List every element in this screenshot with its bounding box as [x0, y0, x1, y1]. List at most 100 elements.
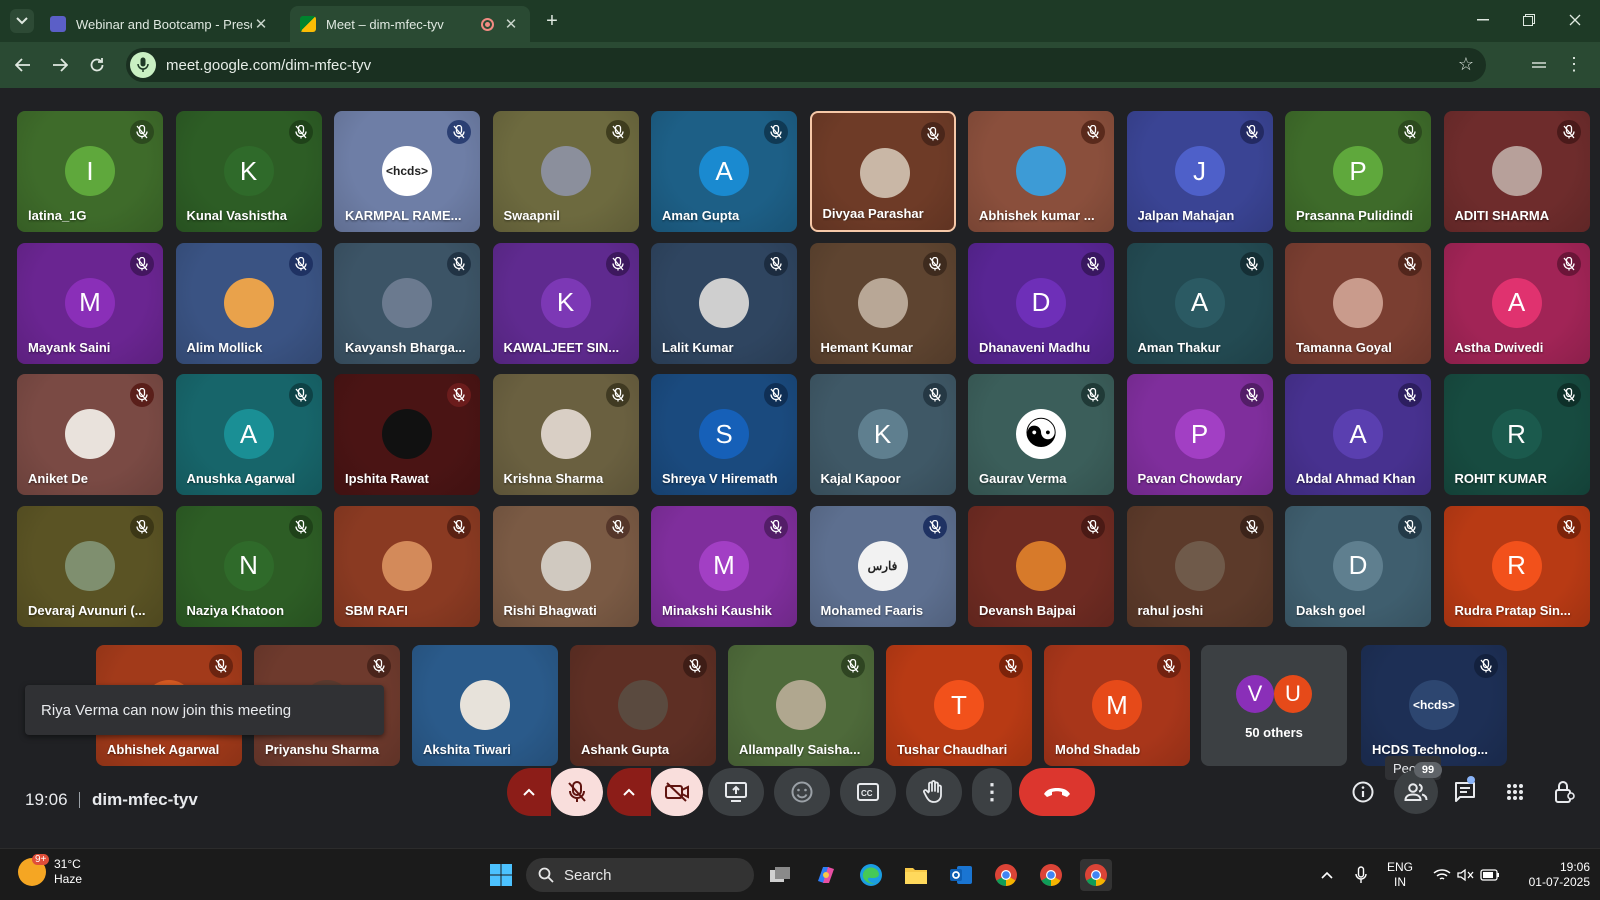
chrome-icon-3-active[interactable]	[1080, 859, 1112, 891]
participant-name: Pavan Chowdary	[1137, 471, 1243, 486]
restore-button[interactable]	[1514, 6, 1544, 34]
meeting-details-button[interactable]	[1345, 774, 1381, 810]
extensions-icon[interactable]	[1528, 60, 1550, 70]
mic-in-use-icon[interactable]	[130, 52, 156, 78]
activities-button[interactable]	[1497, 774, 1533, 810]
video-options-button[interactable]	[607, 768, 651, 816]
participant-tile[interactable]: P Pavan Chowdary	[1126, 374, 1273, 495]
participant-tile[interactable]: Krishna Sharma	[492, 374, 639, 495]
clock-date[interactable]: 19:06 01-07-2025	[1510, 860, 1590, 890]
new-tab-button[interactable]: +	[540, 9, 564, 33]
reload-button[interactable]	[84, 52, 110, 78]
participant-tile[interactable]: Lalit Kumar	[651, 242, 797, 364]
participant-tile[interactable]: Abhishek kumar ...	[968, 111, 1114, 232]
address-bar[interactable]: meet.google.com/dim-mfec-tyv ☆	[126, 48, 1486, 82]
participant-tile[interactable]: Rishi Bhagwati	[492, 505, 639, 627]
mic-muted-icon	[447, 251, 471, 276]
battery-icon[interactable]	[1474, 859, 1506, 891]
participant-tile[interactable]: Aniket De	[17, 374, 163, 495]
participant-tile[interactable]: M Minakshi Kaushik	[651, 505, 797, 627]
participant-avatar: ☯	[1016, 409, 1066, 459]
browser-tab-meet[interactable]: Meet – dim-mfec-tyv ✕	[290, 6, 530, 42]
participant-tile[interactable]: K KAWALJEET SIN...	[492, 242, 639, 364]
taskbar-search[interactable]: Search	[526, 858, 754, 892]
leave-call-button[interactable]	[1019, 768, 1095, 816]
info-icon	[1352, 781, 1374, 803]
participant-tile[interactable]: ☯ Gaurav Verma	[968, 374, 1114, 495]
toggle-microphone-button[interactable]	[551, 768, 603, 816]
participant-tile[interactable]: SBM RAFI	[334, 505, 480, 627]
copilot-icon[interactable]	[810, 859, 842, 891]
participant-tile[interactable]: A Aman Gupta	[651, 111, 797, 232]
participant-tile[interactable]: <hcds> HCDS Technolog...	[1361, 645, 1507, 766]
participant-tile[interactable]: Allampally Saisha...	[728, 645, 874, 766]
task-view-icon[interactable]	[764, 859, 796, 891]
participant-tile[interactable]: D Dhanaveni Madhu	[968, 242, 1114, 364]
participant-tile[interactable]: ADITI SHARMA	[1443, 111, 1590, 232]
participant-tile[interactable]: Ipshita Rawat	[334, 374, 480, 495]
participant-tile[interactable]: Hemant Kumar	[809, 242, 956, 364]
participant-tile[interactable]: Devansh Bajpai	[968, 505, 1114, 627]
reactions-button[interactable]	[774, 768, 830, 816]
forward-button[interactable]	[47, 52, 73, 78]
participant-tile[interactable]: فارس Mohamed Faaris	[809, 505, 956, 627]
raise-hand-button[interactable]	[906, 768, 962, 816]
edge-icon[interactable]	[855, 859, 887, 891]
bookmark-star-icon[interactable]: ☆	[1458, 54, 1474, 75]
close-tab-icon[interactable]: ✕	[502, 15, 520, 33]
participant-tile[interactable]: D Daksh goel	[1285, 505, 1431, 627]
participant-tile[interactable]: J Jalpan Mahajan	[1126, 111, 1273, 232]
others-tile[interactable]: V U 50 others	[1201, 645, 1347, 766]
participant-tile[interactable]: R ROHIT KUMAR	[1443, 374, 1590, 495]
participant-tile[interactable]: M Mayank Saini	[17, 242, 163, 364]
participant-tile[interactable]: Alim Mollick	[175, 242, 322, 364]
participant-tile[interactable]: N Naziya Khatoon	[175, 505, 322, 627]
chrome-icon-2[interactable]	[1035, 859, 1067, 891]
participant-tile[interactable]: T Tushar Chaudhari	[886, 645, 1032, 766]
participant-tile[interactable]: Ilatina_1G	[17, 111, 163, 232]
participant-tile[interactable]: A Aman Thakur	[1126, 242, 1273, 364]
close-tab-icon[interactable]: ✕	[252, 15, 270, 33]
participant-tile[interactable]: Ashank Gupta	[570, 645, 716, 766]
participant-avatar: M	[699, 540, 749, 591]
tray-mic-icon[interactable]	[1345, 859, 1377, 891]
tab-search-button[interactable]	[10, 9, 34, 33]
participant-tile[interactable]: Devaraj Avunuri (...	[17, 505, 163, 627]
browser-tab-webinar[interactable]: Webinar and Bootcamp - Prese ✕	[40, 6, 280, 42]
more-options-button[interactable]: ⋮	[972, 768, 1012, 816]
chat-button[interactable]	[1447, 774, 1483, 810]
language-indicator[interactable]: ENG IN	[1387, 860, 1413, 890]
participant-tile[interactable]: A Astha Dwivedi	[1443, 242, 1590, 364]
mic-muted-icon	[922, 514, 947, 539]
participant-tile[interactable]: A Anushka Agarwal	[175, 374, 322, 495]
outlook-icon[interactable]	[945, 859, 977, 891]
participant-tile[interactable]: K Kajal Kapoor	[809, 374, 956, 495]
participant-tile[interactable]: Divyaa Parashar	[809, 111, 956, 232]
file-explorer-icon[interactable]	[900, 859, 932, 891]
captions-button[interactable]: CC	[840, 768, 896, 816]
close-window-button[interactable]	[1560, 6, 1590, 34]
chrome-icon-1[interactable]	[990, 859, 1022, 891]
participant-tile[interactable]: S Shreya V Hiremath	[651, 374, 797, 495]
participant-tile[interactable]: K Kunal Vashistha	[175, 111, 322, 232]
toggle-camera-button[interactable]	[651, 768, 703, 816]
participant-tile[interactable]: Akshita Tiwari	[412, 645, 558, 766]
back-button[interactable]	[10, 52, 36, 78]
participant-tile[interactable]: Kavyansh Bharga...	[334, 242, 480, 364]
tray-overflow-icon[interactable]	[1311, 859, 1343, 891]
participant-tile[interactable]: P Prasanna Pulidindi	[1285, 111, 1431, 232]
participant-tile[interactable]: Tamanna Goyal	[1285, 242, 1431, 364]
participant-tile[interactable]: R Rudra Pratap Sin...	[1443, 505, 1590, 627]
participant-tile[interactable]: Swaapnil	[492, 111, 639, 232]
participant-tile[interactable]: <hcds> KARMPAL RAME...	[334, 111, 480, 232]
browser-menu-icon[interactable]: ⋮	[1565, 54, 1583, 75]
present-screen-button[interactable]	[708, 768, 764, 816]
participant-tile[interactable]: rahul joshi	[1126, 505, 1273, 627]
host-controls-button[interactable]	[1547, 774, 1583, 810]
weather-widget[interactable]: 9+ 31°C Haze	[18, 854, 82, 887]
minimize-button[interactable]	[1468, 6, 1498, 34]
audio-options-button[interactable]	[507, 768, 551, 816]
start-button[interactable]	[485, 859, 517, 891]
participant-tile[interactable]: M Mohd Shadab	[1044, 645, 1190, 766]
participant-tile[interactable]: A Abdal Ahmad Khan	[1285, 374, 1431, 495]
